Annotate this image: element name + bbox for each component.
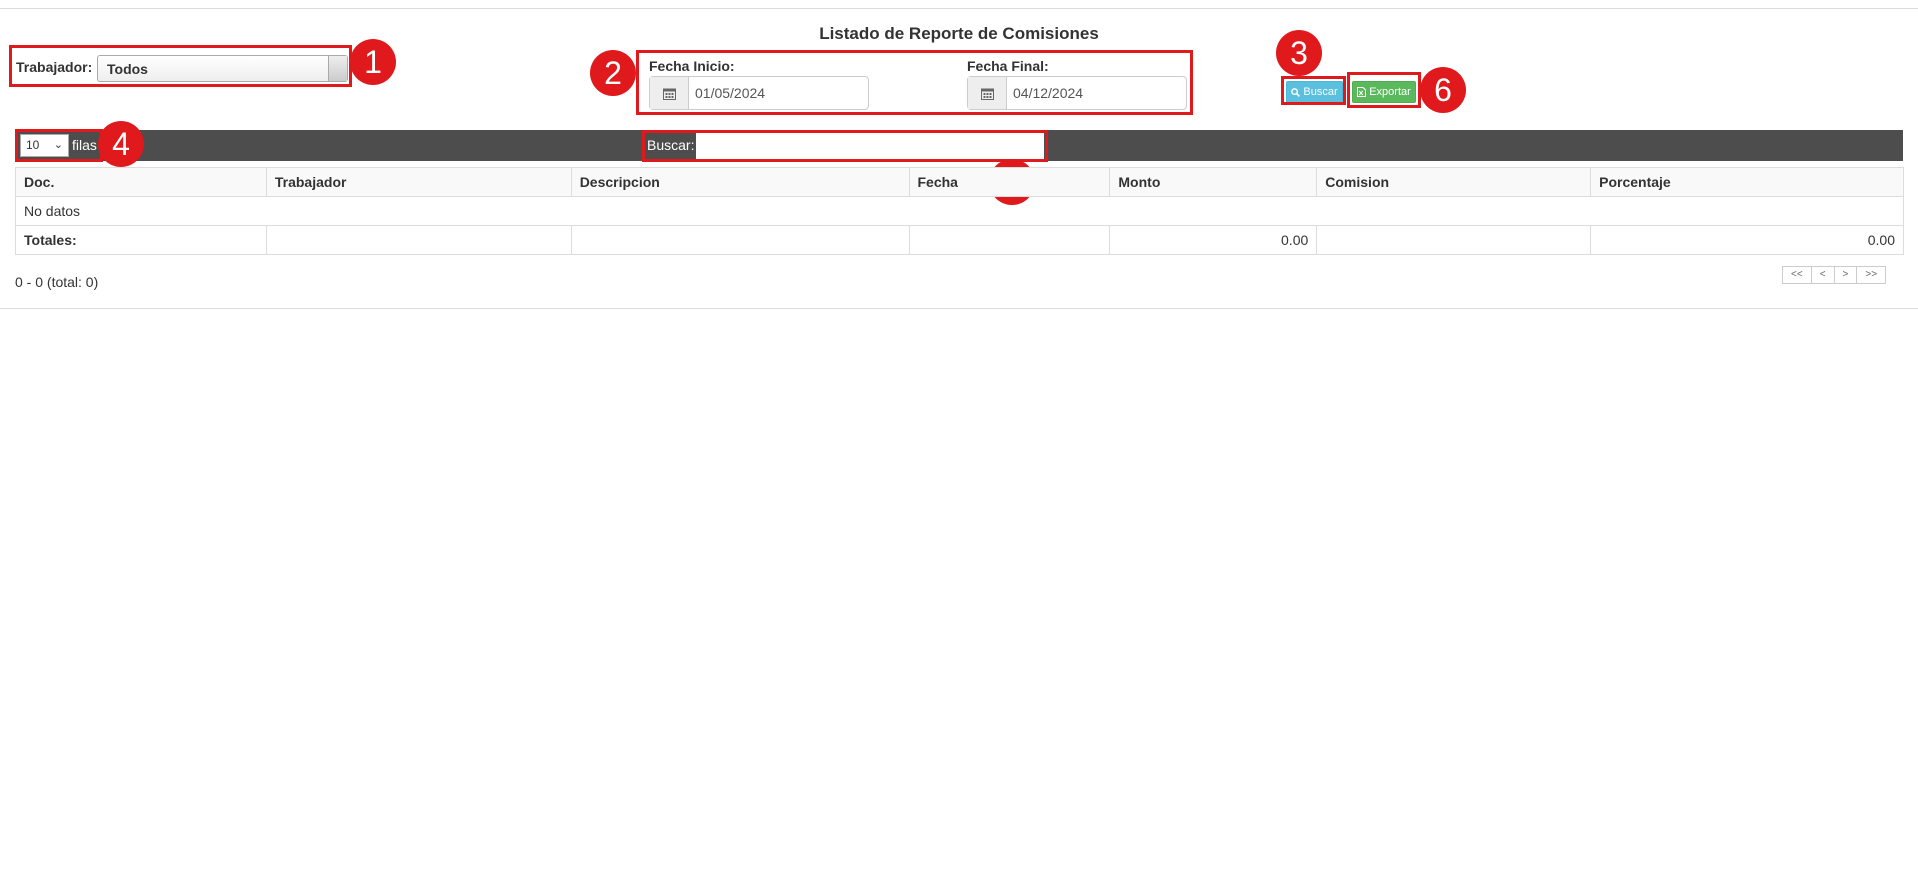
- prev-page-button[interactable]: <: [1810, 266, 1835, 284]
- annotation-box-5: [642, 130, 1048, 162]
- column-header-monto[interactable]: Monto: [1109, 167, 1318, 197]
- page-title: Listado de Reporte de Comisiones: [819, 24, 1099, 43]
- column-header-fecha[interactable]: Fecha: [908, 167, 1111, 197]
- annotation-badge-2: 2: [590, 50, 636, 96]
- totals-cell: [570, 225, 910, 255]
- totals-label: Totales:: [15, 225, 267, 255]
- totals-monto: 0.00: [1109, 225, 1318, 255]
- next-page-button[interactable]: >: [1833, 266, 1858, 284]
- last-page-button[interactable]: >>: [1856, 266, 1887, 284]
- panel-top-border: [0, 8, 1918, 9]
- annotation-badge-4: 4: [98, 121, 144, 167]
- column-header-doc[interactable]: Doc.: [15, 167, 267, 197]
- first-page-button[interactable]: <<: [1782, 266, 1812, 284]
- column-header-porcentaje[interactable]: Porcentaje: [1590, 167, 1904, 197]
- empty-message: No datos: [15, 196, 1904, 226]
- table-header-row: Doc. Trabajador Descripcion Fecha Monto …: [15, 167, 1904, 197]
- annotation-box-3: [1281, 76, 1346, 105]
- column-header-comision[interactable]: Comision: [1316, 167, 1592, 197]
- commissions-table: Doc. Trabajador Descripcion Fecha Monto …: [15, 167, 1904, 255]
- totals-cell: [908, 225, 1111, 255]
- pagination: << < > >>: [1782, 266, 1887, 284]
- pagination-summary: 0 - 0 (total: 0): [15, 274, 99, 290]
- annotation-box-1: [9, 45, 352, 87]
- totals-row: Totales: 0.00 0.00: [15, 225, 1904, 255]
- empty-row: No datos: [15, 196, 1904, 226]
- annotation-badge-6: 6: [1420, 67, 1466, 113]
- totals-cell: [265, 225, 572, 255]
- totals-porcentaje: 0.00: [1590, 225, 1904, 255]
- totals-cell: [1316, 225, 1592, 255]
- annotation-box-4: [15, 129, 103, 162]
- annotation-box-6: [1347, 72, 1421, 108]
- annotation-box-2: [636, 50, 1193, 115]
- panel-bottom-border: [0, 308, 1918, 309]
- column-header-trabajador[interactable]: Trabajador: [265, 167, 572, 197]
- annotation-badge-1: 1: [350, 39, 396, 85]
- annotation-badge-3: 3: [1276, 30, 1322, 76]
- column-header-descripcion[interactable]: Descripcion: [570, 167, 910, 197]
